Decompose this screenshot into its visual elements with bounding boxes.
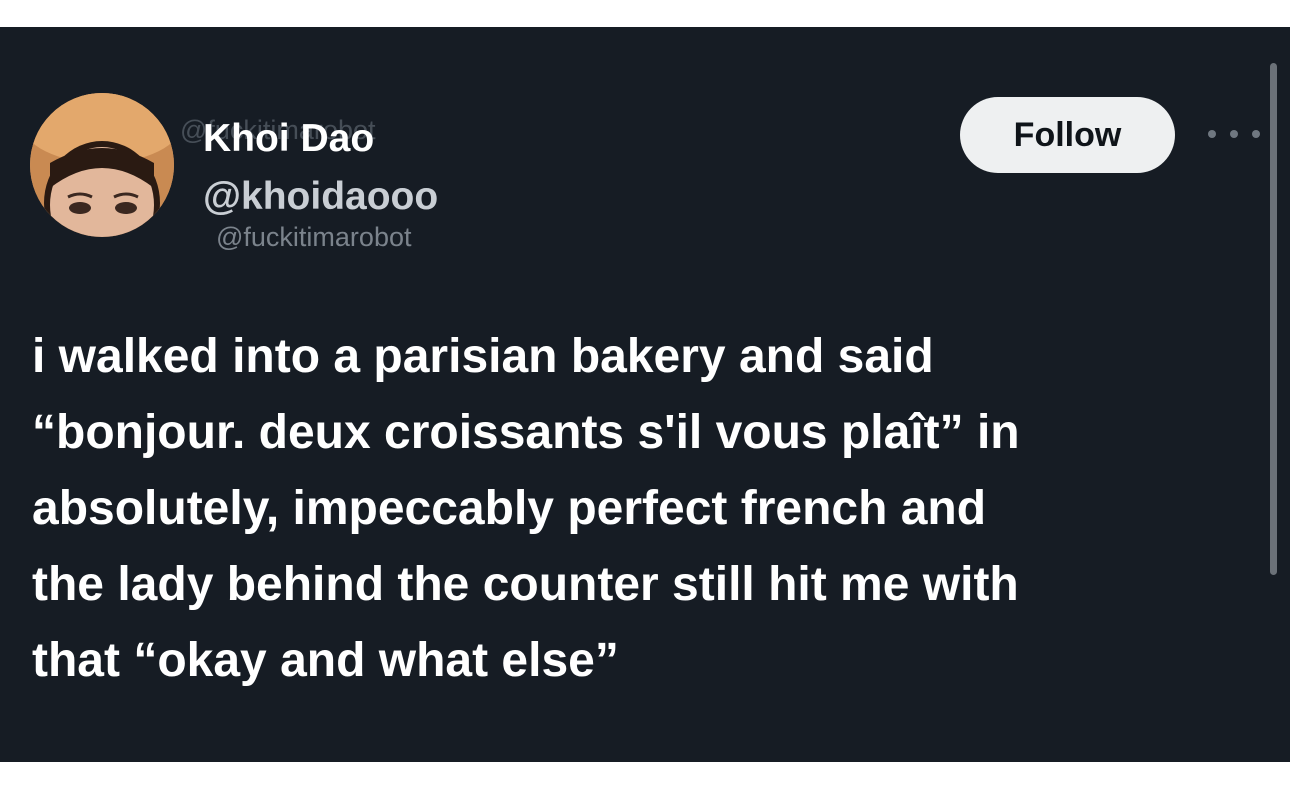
tweet-text-line: absolutely, impeccably perfect french an… bbox=[32, 482, 987, 535]
scrollbar[interactable] bbox=[1270, 63, 1277, 575]
dot-icon bbox=[1208, 130, 1216, 138]
dot-icon bbox=[1252, 130, 1260, 138]
tweet-card: @fuckitimarobot Khoi Dao @khoidaooo @fuc… bbox=[0, 27, 1290, 762]
tweet-text-line: i walked into a parisian bakery and said bbox=[32, 330, 934, 383]
tweet-text-line: the lady behind the counter still hit me… bbox=[32, 558, 1019, 611]
author-avatar[interactable] bbox=[30, 93, 174, 237]
tweet-text: i walked into a parisian bakery and said… bbox=[32, 319, 1232, 699]
author-display-name[interactable]: Khoi Dao bbox=[203, 117, 374, 161]
watermark-handle: @fuckitimarobot bbox=[216, 222, 412, 252]
follow-button[interactable]: Follow bbox=[960, 97, 1175, 173]
tweet-text-line: “bonjour. deux croissants s'il vous plaî… bbox=[32, 406, 1020, 459]
dot-icon bbox=[1230, 130, 1238, 138]
avatar-image bbox=[30, 93, 174, 237]
more-options-icon[interactable] bbox=[1208, 119, 1260, 149]
author-handle[interactable]: @khoidaooo bbox=[203, 175, 438, 219]
tweet-text-line: that “okay and what else” bbox=[32, 634, 619, 687]
